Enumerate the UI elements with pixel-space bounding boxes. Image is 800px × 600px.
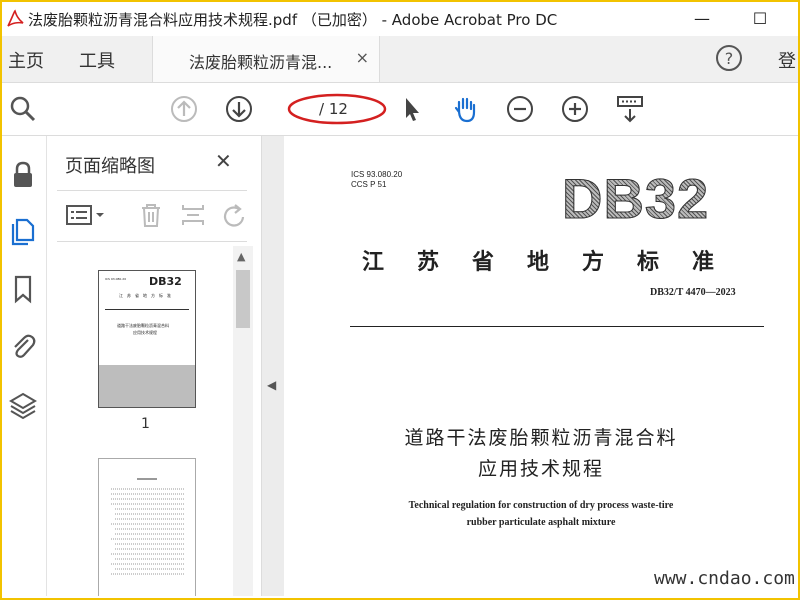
- watermark: www.cndao.com: [654, 568, 795, 589]
- thumb-standard-title: 江苏省地方标准: [119, 293, 175, 298]
- bookmark-icon[interactable]: [8, 274, 38, 304]
- svg-text:?: ?: [725, 49, 734, 68]
- thumbnail-list: ICS 93.080.20 DB32 江苏省地方标准 道路干法废胎颗粒沥青混合料…: [57, 242, 233, 596]
- left-rail: [2, 136, 47, 596]
- title-bar: 法废胎颗粒沥青混合料应用技术规程.pdf （已加密） - Adobe Acrob…: [2, 2, 798, 36]
- minimize-button[interactable]: —: [682, 6, 722, 32]
- title-cn-line2: 应用技术规程: [477, 458, 604, 480]
- zoom-in-icon[interactable]: [560, 94, 590, 124]
- thumb-toc-lines: [111, 478, 185, 575]
- title-en-line2: rubber particulate asphalt mixture: [466, 517, 616, 528]
- tab-close-icon[interactable]: ×: [356, 48, 369, 67]
- title-en-line1: Technical regulation for construction of…: [408, 500, 674, 511]
- maximize-button[interactable]: ☐: [740, 6, 780, 32]
- thumb-db-logo: DB32: [149, 275, 182, 288]
- tab-document-label: 法废胎颗粒沥青混...: [189, 53, 333, 72]
- next-page-icon[interactable]: [224, 94, 254, 124]
- attachment-icon[interactable]: [8, 332, 38, 362]
- hand-icon[interactable]: [451, 94, 481, 124]
- tab-bar: 主页 工具 法废胎颗粒沥青混... × ? 登: [2, 36, 798, 83]
- tab-tools[interactable]: 工具: [79, 47, 115, 73]
- classification-codes: ICS 93.080.20 CCS P 51: [351, 170, 402, 190]
- standard-number: DB32/T 4470—2023: [650, 287, 736, 298]
- thumbnail-page-number: 1: [141, 416, 150, 432]
- options-icon[interactable]: [65, 201, 109, 229]
- title-cn-line1: 道路干法废胎颗粒沥青混合料: [404, 427, 678, 449]
- pages-icon[interactable]: [8, 216, 38, 246]
- thumb-cn-title-2: 应用技术规程: [133, 330, 157, 335]
- scrollbar-thumb[interactable]: [236, 270, 250, 328]
- delete-icon[interactable]: [137, 201, 165, 229]
- thumbnail-scrollbar[interactable]: ▲: [233, 246, 253, 596]
- thumb-ics: ICS 93.080.20: [105, 277, 127, 281]
- zoom-out-icon[interactable]: [505, 94, 535, 124]
- tab-home[interactable]: 主页: [8, 47, 44, 73]
- thumb-shaded-footer: [99, 365, 195, 407]
- thumbnail-page-1[interactable]: ICS 93.080.20 DB32 江苏省地方标准 道路干法废胎颗粒沥青混合料…: [98, 270, 196, 408]
- db-logo: DB32: [561, 167, 710, 231]
- thumbnails-panel: 页面缩略图 ✕ ICS 93.080.20 DB32 江苏省地方标准 道路干法废…: [47, 136, 262, 596]
- thumb-cn-title: 道路干法废胎颗粒沥青混合料: [117, 323, 169, 328]
- close-panel-icon[interactable]: ✕: [215, 149, 232, 173]
- standard-title: 江苏省地方标准: [362, 249, 748, 275]
- acrobat-logo-icon: [7, 9, 24, 27]
- toolbar: / 12: [2, 83, 798, 136]
- rotate-icon[interactable]: [219, 201, 247, 229]
- lock-icon[interactable]: [8, 160, 38, 190]
- thumbnails-title: 页面缩略图: [65, 156, 155, 177]
- select-icon[interactable]: [396, 94, 426, 124]
- thumbnail-page-2[interactable]: [98, 458, 196, 596]
- document-view[interactable]: ICS 93.080.20 CCS P 51 DB32 江苏省地方标准 DB32…: [284, 136, 798, 596]
- page-total: / 12: [319, 100, 348, 118]
- previous-page-icon[interactable]: [169, 94, 199, 124]
- page-display-icon[interactable]: [615, 94, 645, 124]
- header-rule: [350, 326, 764, 327]
- scroll-up-icon[interactable]: ▲: [237, 250, 245, 263]
- thumbnail-toolbar: [57, 190, 247, 242]
- login-button[interactable]: 登: [778, 47, 796, 73]
- ics-code: ICS 93.080.20: [351, 170, 403, 179]
- extract-icon[interactable]: [179, 201, 207, 229]
- collapse-arrow-icon[interactable]: ◀: [267, 378, 276, 392]
- panel-collapse-bar[interactable]: ◀: [262, 136, 284, 596]
- search-icon[interactable]: [8, 94, 38, 124]
- ccs-code: CCS P 51: [351, 180, 387, 189]
- thumb-rule: [105, 309, 189, 310]
- tab-document[interactable]: 法废胎颗粒沥青混... ×: [152, 36, 380, 82]
- window-title: 法废胎颗粒沥青混合料应用技术规程.pdf （已加密） - Adobe Acrob…: [28, 11, 558, 29]
- help-icon[interactable]: ?: [715, 44, 743, 72]
- layers-icon[interactable]: [8, 390, 38, 420]
- page-number-box: / 12: [287, 93, 387, 125]
